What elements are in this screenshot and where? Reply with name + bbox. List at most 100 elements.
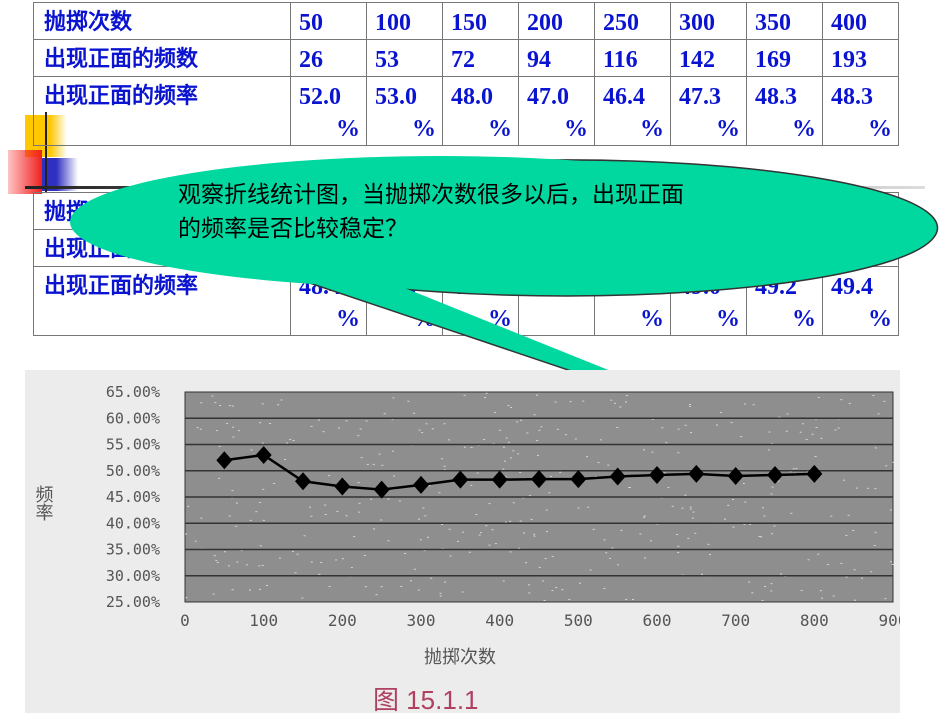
noise-speck	[770, 583, 772, 584]
noise-speck	[786, 431, 788, 432]
noise-speck	[444, 423, 446, 424]
noise-speck	[361, 457, 363, 458]
noise-speck	[324, 505, 326, 506]
noise-speck	[262, 565, 264, 566]
noise-speck	[605, 552, 607, 553]
x-tick-label: 700	[721, 611, 750, 630]
noise-speck	[856, 488, 858, 489]
cell-value: 47.0	[527, 84, 569, 110]
table-row: 出现正面的频数 26 53 72 94 116 142 169 193	[34, 40, 899, 77]
noise-speck	[197, 427, 199, 428]
line-chart-figure: 25.00% 30.00% 35.00% 40.00% 45.00% 50.00% 55.0…	[25, 370, 900, 713]
cell-value: 50	[299, 10, 323, 36]
noise-speck	[694, 533, 696, 534]
table-cell: 400	[823, 3, 899, 40]
x-axis-label: 抛掷次数	[424, 647, 496, 668]
noise-speck	[360, 428, 362, 429]
noise-speck	[884, 598, 886, 599]
y-tick-label: 25.00%	[106, 593, 160, 611]
cell-value: 49.0	[679, 274, 721, 300]
noise-speck	[255, 511, 257, 512]
callout-question: 观察折线统计图，当抛掷次数很多以后，出现正面的频率是否比较稳定？	[178, 178, 698, 246]
noise-speck	[216, 430, 218, 431]
noise-speck	[457, 541, 459, 542]
noise-speck	[744, 404, 746, 405]
table-cell: 50	[291, 3, 367, 40]
noise-speck	[263, 520, 265, 521]
noise-speck	[311, 561, 313, 562]
table-cell: 100	[367, 3, 443, 40]
noise-speck	[852, 530, 854, 531]
noise-speck	[393, 397, 395, 398]
noise-speck	[376, 594, 378, 595]
noise-speck	[215, 560, 217, 561]
table-cell: 49.4%	[823, 267, 899, 336]
noise-speck	[600, 439, 602, 440]
noise-speck	[325, 514, 327, 515]
noise-speck	[609, 558, 611, 559]
x-tick-label: 400	[485, 611, 514, 630]
table-row: 出现正面的频率 52.0% 53.0% 48.0% 47.0% 46.4% 47.3% 48.…	[34, 77, 899, 146]
noise-speck	[833, 596, 835, 597]
noise-speck	[525, 562, 527, 563]
noise-speck	[477, 472, 479, 473]
noise-speck	[616, 427, 618, 428]
noise-speck	[462, 532, 464, 533]
row-header: 出现正面的频率	[34, 267, 291, 336]
table-cell: 48.0%	[443, 77, 519, 146]
noise-speck	[806, 439, 808, 440]
row-header: 出现正面的频率	[34, 77, 291, 146]
noise-speck	[867, 488, 869, 489]
noise-speck	[439, 492, 441, 493]
noise-speck	[380, 519, 382, 520]
noise-speck	[462, 591, 464, 592]
noise-speck	[440, 595, 442, 596]
noise-speck	[518, 548, 520, 549]
noise-speck	[687, 538, 689, 539]
noise-speck	[762, 507, 764, 508]
noise-speck	[236, 561, 238, 562]
noise-speck	[815, 456, 817, 457]
noise-speck	[720, 412, 722, 413]
noise-speck	[441, 524, 443, 525]
noise-speck	[494, 412, 496, 413]
noise-speck	[843, 480, 845, 481]
table-cell: 116	[595, 40, 671, 77]
cell-value: 26	[299, 47, 323, 73]
noise-speck	[870, 571, 872, 572]
noise-speck	[273, 483, 275, 484]
noise-speck	[379, 454, 381, 455]
noise-speck	[259, 589, 261, 590]
cell-value: 46.4	[603, 84, 645, 110]
noise-speck	[643, 517, 645, 518]
noise-speck	[471, 447, 473, 448]
noise-speck	[450, 556, 452, 557]
cell-value: 53	[375, 47, 399, 73]
table-cell: 48.4%	[367, 267, 443, 336]
table-cell: 369	[747, 230, 823, 267]
cell-value: 200	[527, 10, 563, 36]
y-tick-label: 30.00%	[106, 567, 160, 585]
y-tick-label: 60.00%	[106, 409, 160, 427]
noise-speck	[732, 527, 734, 528]
table-cell: 150	[443, 3, 519, 40]
noise-speck	[249, 590, 251, 591]
noise-speck	[428, 485, 430, 486]
frequency-table-1: 抛掷次数 50 100 150 200 250 300 350 400 出现正面的频数 26 53 72…	[33, 2, 899, 146]
percent-sign: %	[603, 113, 664, 145]
cell-value: 300	[679, 10, 715, 36]
figure-caption: 图 15.1.1	[373, 680, 479, 717]
percent-sign: %	[299, 113, 360, 145]
x-tick-label: 200	[328, 611, 357, 630]
noise-speck	[744, 501, 746, 502]
table-cell: 49.4%	[595, 267, 671, 336]
noise-speck	[512, 450, 514, 451]
noise-speck	[550, 476, 552, 477]
noise-speck	[557, 429, 559, 430]
noise-speck	[849, 403, 851, 404]
noise-speck	[846, 577, 848, 578]
noise-speck	[546, 531, 548, 532]
table-cell: 800	[823, 193, 899, 230]
noise-speck	[509, 521, 511, 522]
noise-speck	[292, 551, 294, 552]
